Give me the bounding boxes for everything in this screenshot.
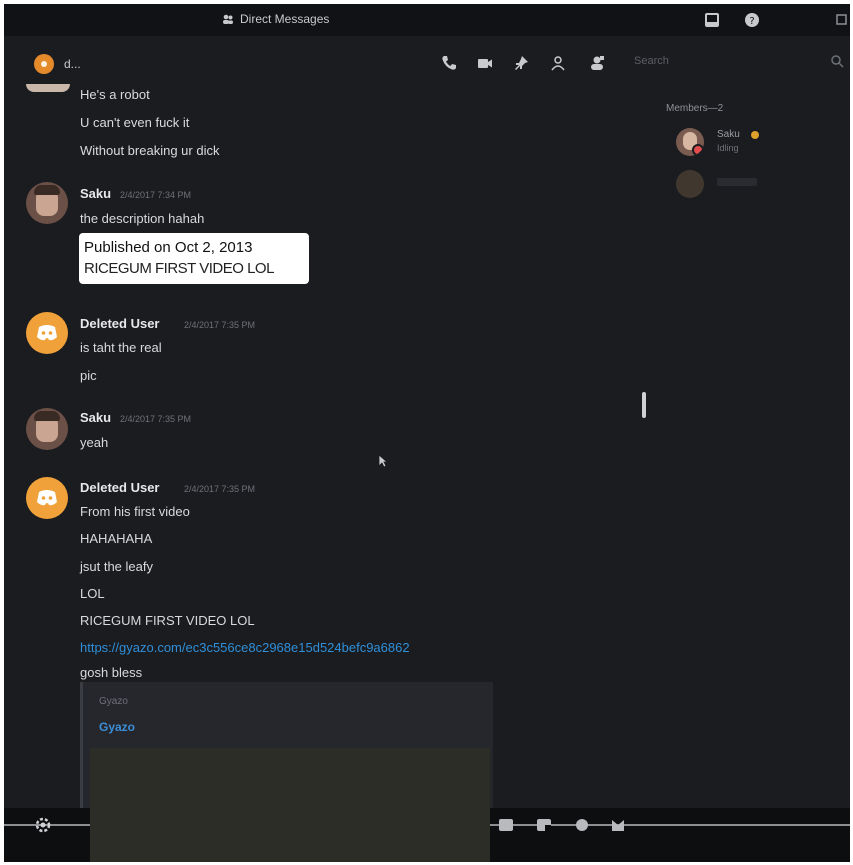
close-window-icon[interactable] <box>834 12 850 28</box>
dm-avatar[interactable] <box>34 54 54 74</box>
embed-image[interactable] <box>90 748 490 862</box>
message-line: jsut the leafy <box>80 559 153 574</box>
members-heading: Members—2 <box>666 103 724 114</box>
message-author[interactable]: Saku <box>80 410 111 425</box>
message-line: is taht the real <box>80 340 162 355</box>
message-line: LOL <box>80 586 105 601</box>
dm-name[interactable]: d... <box>64 57 81 71</box>
message-link[interactable]: https://gyazo.com/ec3c556ce8c2968e15d524… <box>80 640 410 655</box>
search-icon <box>831 55 844 68</box>
member-avatar[interactable] <box>676 128 704 156</box>
message-line: RICEGUM FIRST VIDEO LOL <box>80 613 255 628</box>
member-name-placeholder[interactable] <box>717 178 757 186</box>
scrollbar-thumb[interactable] <box>642 392 646 418</box>
video-call-icon[interactable] <box>476 54 494 72</box>
embed-provider: Gyazo <box>99 696 128 707</box>
message-timestamp: 2/4/2017 7:35 PM <box>120 414 192 424</box>
title-bar <box>4 4 850 36</box>
window-title-text: Direct Messages <box>240 12 330 26</box>
message-line: From his first video <box>80 504 190 519</box>
avatar[interactable] <box>26 312 68 354</box>
member-avatar[interactable] <box>676 170 704 198</box>
message-line: pic <box>80 368 97 383</box>
message-timestamp: 2/4/2017 7:35 PM <box>184 320 256 330</box>
phone-call-icon[interactable] <box>440 54 458 72</box>
gift-icon[interactable] <box>610 818 626 832</box>
message-timestamp: 2/4/2017 7:35 PM <box>184 484 256 494</box>
help-icon[interactable]: ? <box>744 12 760 28</box>
mouse-cursor-icon <box>378 454 388 468</box>
pin-icon[interactable] <box>512 54 530 72</box>
message-author[interactable]: Deleted User <box>80 316 159 331</box>
add-friend-icon[interactable] <box>550 54 568 72</box>
embedded-text-line: Published on Oct 2, 2013 <box>84 239 253 256</box>
message-author[interactable]: Saku <box>80 186 111 201</box>
avatar[interactable] <box>26 477 68 519</box>
message-author[interactable]: Deleted User <box>80 480 159 495</box>
message-line: yeah <box>80 435 109 450</box>
message-line: He's a robot <box>80 87 150 102</box>
friends-icon <box>223 14 233 24</box>
member-name[interactable]: Saku <box>717 129 740 140</box>
avatar[interactable] <box>26 408 68 450</box>
discord-window: Direct Messages ? d... Search He's a rob… <box>4 4 850 862</box>
embedded-screenshot[interactable]: Published on Oct 2, 2013 RICEGUM FIRST V… <box>79 233 309 284</box>
svg-text:?: ? <box>749 16 754 27</box>
members-icon[interactable] <box>588 54 606 72</box>
avatar[interactable] <box>26 182 68 224</box>
message-line: HAHAHAHA <box>80 531 153 546</box>
message-line: U can't even fuck it <box>80 115 190 130</box>
embed-title[interactable]: Gyazo <box>99 720 135 734</box>
discord-logo-icon <box>37 325 57 341</box>
message-line: Without breaking ur dick <box>80 143 220 158</box>
sticker-icon[interactable] <box>536 818 552 832</box>
discord-logo-icon <box>37 490 57 506</box>
gear-icon[interactable] <box>34 816 52 834</box>
owner-crown-icon <box>751 131 759 139</box>
avatar[interactable] <box>26 84 70 92</box>
embedded-text-line: RICEGUM FIRST VIDEO LOL <box>84 260 274 277</box>
window-title: Direct Messages <box>222 12 329 26</box>
emoji-icon[interactable] <box>574 818 590 832</box>
message-line: the description hahah <box>80 211 205 226</box>
search-input[interactable]: Search <box>628 50 848 74</box>
member-status: Idling <box>717 143 739 153</box>
message-line: gosh bless <box>80 665 143 680</box>
gif-icon[interactable] <box>498 818 514 832</box>
message-timestamp: 2/4/2017 7:34 PM <box>120 190 192 200</box>
inbox-icon[interactable] <box>704 12 720 28</box>
search-placeholder: Search <box>634 55 669 67</box>
